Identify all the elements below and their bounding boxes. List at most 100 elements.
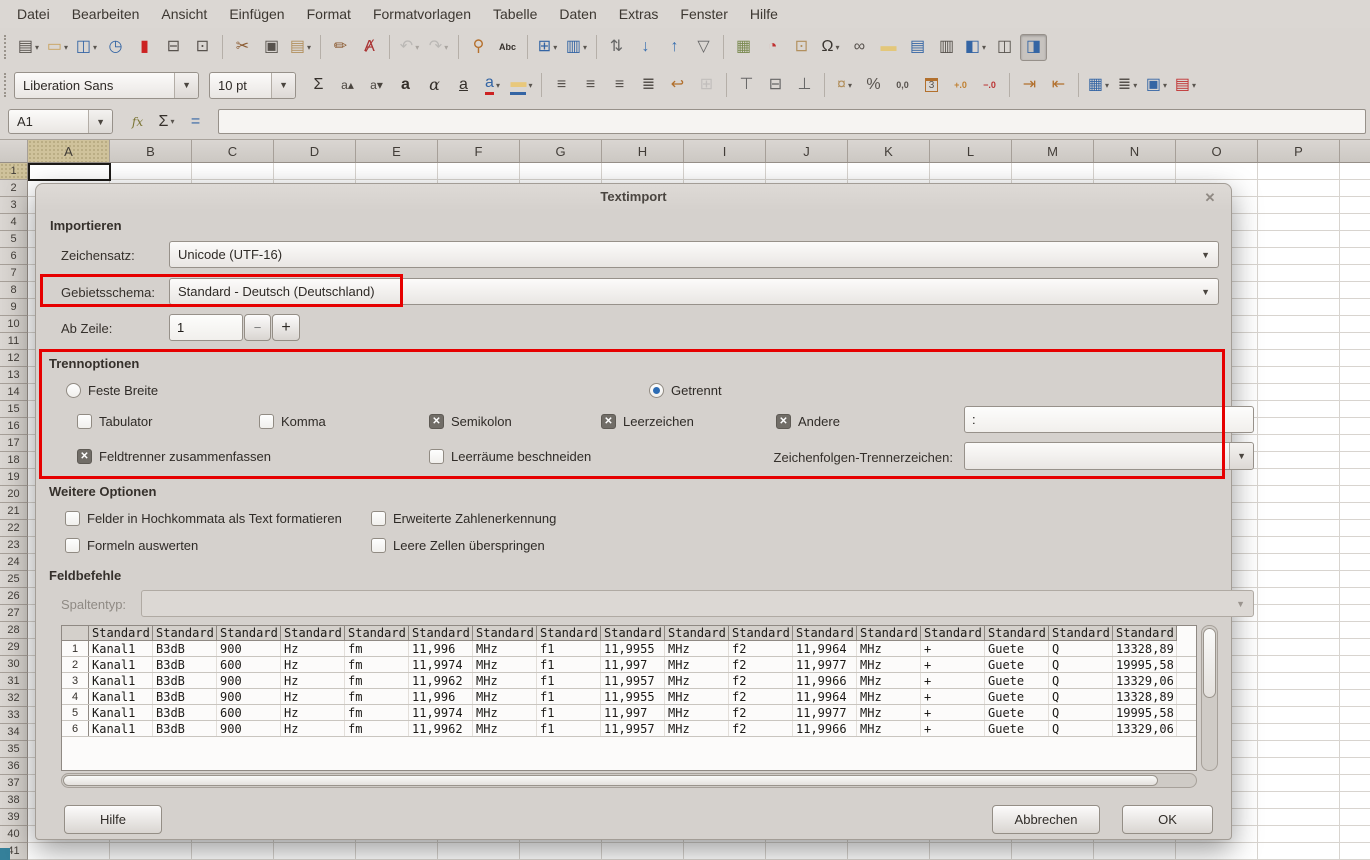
- checkbox-icon[interactable]: [65, 511, 80, 526]
- preview-column-header-4[interactable]: Standard: [281, 626, 345, 641]
- column-header-l[interactable]: L: [930, 140, 1012, 162]
- row-header-18[interactable]: 18: [0, 452, 28, 469]
- column-header-a[interactable]: A: [28, 140, 110, 162]
- checkbox-icon[interactable]: [371, 538, 386, 553]
- sum-format-button[interactable]: Σ: [305, 72, 332, 99]
- row-header-26[interactable]: 26: [0, 588, 28, 605]
- tab-checkbox[interactable]: Tabulator: [77, 413, 152, 429]
- evaluate-formulas-checkbox[interactable]: Formeln auswerten: [65, 537, 198, 553]
- radio-icon[interactable]: [66, 383, 81, 398]
- column-header-g[interactable]: G: [520, 140, 602, 162]
- row-header-35[interactable]: 35: [0, 741, 28, 758]
- from-row-input[interactable]: 1: [169, 314, 243, 341]
- chevron-down-icon[interactable]: ▼: [174, 73, 198, 98]
- menu-extras[interactable]: Extras: [608, 0, 670, 28]
- from-row-increment-button[interactable]: +: [272, 314, 300, 341]
- select-function-button[interactable]: Σ▾: [153, 108, 180, 135]
- cut-button[interactable]: ✂: [229, 34, 256, 61]
- preview-column-header-1[interactable]: Standard: [89, 626, 153, 641]
- sort-ascending-button[interactable]: ↑: [661, 34, 688, 61]
- menu-format[interactable]: Format: [296, 0, 362, 28]
- center-vertically-button[interactable]: ⊟: [762, 72, 789, 99]
- row-header-19[interactable]: 19: [0, 469, 28, 486]
- insert-image-button[interactable]: ▦: [730, 34, 757, 61]
- row-header-9[interactable]: 9: [0, 299, 28, 316]
- column-header-d[interactable]: D: [274, 140, 356, 162]
- preview-column-header-14[interactable]: Standard: [921, 626, 985, 641]
- select-all-corner[interactable]: [0, 140, 28, 162]
- new-document-button[interactable]: ▤▾: [15, 34, 42, 61]
- row-header-34[interactable]: 34: [0, 724, 28, 741]
- copy-button[interactable]: ▣: [258, 34, 285, 61]
- preview-column-header-12[interactable]: Standard: [793, 626, 857, 641]
- other-checkbox[interactable]: ✕ Andere: [776, 413, 840, 429]
- menu-tabelle[interactable]: Tabelle: [482, 0, 548, 28]
- highlight-color-button[interactable]: ▬▾: [508, 72, 535, 99]
- align-top-button[interactable]: ⊤: [733, 72, 760, 99]
- row-header-12[interactable]: 12: [0, 350, 28, 367]
- preview-column-header-10[interactable]: Standard: [665, 626, 729, 641]
- column-header-o[interactable]: O: [1176, 140, 1258, 162]
- autofilter-button[interactable]: ▽: [690, 34, 717, 61]
- checkbox-icon[interactable]: [65, 538, 80, 553]
- checkbox-icon[interactable]: [259, 414, 274, 429]
- preview-column-header-16[interactable]: Standard: [1049, 626, 1113, 641]
- hyperlink-button[interactable]: ∞: [846, 34, 873, 61]
- italic-button[interactable]: α: [421, 72, 448, 99]
- menu-bearbeiten[interactable]: Bearbeiten: [61, 0, 151, 28]
- preview-column-header-9[interactable]: Standard: [601, 626, 665, 641]
- row-header-11[interactable]: 11: [0, 333, 28, 350]
- special-character-button[interactable]: Ω▾: [817, 34, 844, 61]
- insert-comment-button[interactable]: ▬: [875, 34, 902, 61]
- headers-footers-button[interactable]: ▤: [904, 34, 931, 61]
- insert-column-button[interactable]: ▥▾: [563, 34, 590, 61]
- sidebar-toggle-button[interactable]: ◨: [1020, 34, 1047, 61]
- toolbar-grip[interactable]: [4, 35, 10, 59]
- align-left-button[interactable]: ≡: [548, 72, 575, 99]
- row-header-39[interactable]: 39: [0, 809, 28, 826]
- function-wizard-button[interactable]: fx: [124, 108, 151, 135]
- preview-column-header-17[interactable]: Standard: [1113, 626, 1177, 641]
- menu-formatvorlagen[interactable]: Formatvorlagen: [362, 0, 482, 28]
- checkbox-icon[interactable]: ✕: [77, 449, 92, 464]
- add-decimal-button[interactable]: +.0: [947, 72, 974, 99]
- checkbox-icon[interactable]: ✕: [601, 414, 616, 429]
- ok-button[interactable]: OK: [1122, 805, 1213, 834]
- row-header-23[interactable]: 23: [0, 537, 28, 554]
- menu-hilfe[interactable]: Hilfe: [739, 0, 789, 28]
- row-header-38[interactable]: 38: [0, 792, 28, 809]
- trim-spaces-checkbox[interactable]: Leerräume beschneiden: [429, 448, 591, 464]
- preview-column-header-15[interactable]: Standard: [985, 626, 1049, 641]
- merge-delimiters-checkbox[interactable]: ✕ Feldtrenner zusammenfassen: [77, 448, 271, 464]
- checkbox-icon[interactable]: ✕: [776, 414, 791, 429]
- fixed-width-radio[interactable]: Feste Breite: [66, 382, 158, 398]
- row-header-24[interactable]: 24: [0, 554, 28, 571]
- align-center-button[interactable]: ≡: [577, 72, 604, 99]
- wrap-text-button[interactable]: ↩: [664, 72, 691, 99]
- column-header-b[interactable]: B: [110, 140, 192, 162]
- preview-column-header-7[interactable]: Standard: [473, 626, 537, 641]
- border-color-button[interactable]: ▣▾: [1143, 72, 1170, 99]
- preview-column-header-5[interactable]: Standard: [345, 626, 409, 641]
- sort-descending-button[interactable]: ↓: [632, 34, 659, 61]
- checkbox-icon[interactable]: [429, 449, 444, 464]
- column-header-f[interactable]: F: [438, 140, 520, 162]
- open-file-button[interactable]: ▭▾: [44, 34, 71, 61]
- preview-column-header-13[interactable]: Standard: [857, 626, 921, 641]
- shrink-font-button[interactable]: a▾: [363, 72, 390, 99]
- delete-decimal-button[interactable]: −.0: [976, 72, 1003, 99]
- column-header-n[interactable]: N: [1094, 140, 1176, 162]
- font-color-button[interactable]: a▾: [479, 72, 506, 99]
- sort-button[interactable]: ⇅: [603, 34, 630, 61]
- formula-input[interactable]: [218, 109, 1366, 134]
- row-header-1[interactable]: 1: [0, 163, 28, 180]
- row-header-27[interactable]: 27: [0, 605, 28, 622]
- from-row-decrement-button[interactable]: −: [244, 314, 271, 341]
- column-header-j[interactable]: J: [766, 140, 848, 162]
- detect-numbers-checkbox[interactable]: Erweiterte Zahlenerkennung: [371, 510, 556, 526]
- menu-einfügen[interactable]: Einfügen: [218, 0, 295, 28]
- border-style-button[interactable]: ≣▾: [1114, 72, 1141, 99]
- scrollbar-thumb[interactable]: [1203, 628, 1216, 698]
- print-preview-button[interactable]: ⊡: [189, 34, 216, 61]
- export-pdf-button[interactable]: ▮: [131, 34, 158, 61]
